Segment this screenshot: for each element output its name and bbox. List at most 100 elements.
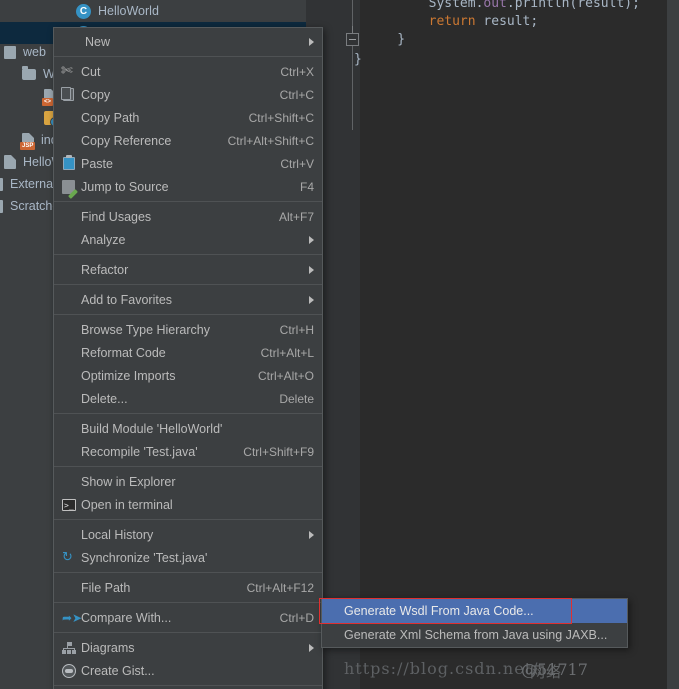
webservices-submenu[interactable]: Generate Wsdl From Java Code... Generate… <box>321 598 628 648</box>
jump-to-source-icon <box>60 179 78 195</box>
menu-item-label: Optimize Imports <box>81 368 176 383</box>
menu-item-label: Browse Type Hierarchy <box>81 322 210 337</box>
menu-separator <box>54 572 322 573</box>
menu-item-shortcut: Ctrl+Alt+O <box>257 368 314 383</box>
menu-item-synchronize[interactable]: ↻ Synchronize 'Test.java' <box>54 546 322 569</box>
editor-scrollbar[interactable] <box>667 0 679 689</box>
menu-item-label: Diagrams <box>81 640 135 655</box>
menu-item-new[interactable]: New <box>54 30 322 53</box>
menu-item-refactor[interactable]: Refactor <box>54 258 322 281</box>
menu-item-label: Add to Favorites <box>81 292 173 307</box>
menu-item-label: File Path <box>81 580 131 595</box>
class-icon: C <box>76 3 91 19</box>
menu-item-label: Local History <box>81 527 154 542</box>
menu-item-diagrams[interactable]: Diagrams <box>54 636 322 659</box>
folder-icon <box>22 65 36 80</box>
menu-item-paste[interactable]: Paste Ctrl+V <box>54 152 322 175</box>
module-icon <box>4 45 16 59</box>
no-icon-placeholder <box>60 391 78 407</box>
menu-item-open-in-terminal[interactable]: >_ Open in terminal <box>54 493 322 516</box>
menu-item-build-module[interactable]: Build Module 'HelloWorld' <box>54 417 322 440</box>
menu-separator <box>54 201 322 202</box>
chevron-right-icon <box>309 530 314 539</box>
chevron-right-icon <box>309 37 314 46</box>
tree-item-helloworld-class[interactable]: C HelloWorld <box>0 0 306 22</box>
code-token-field: out <box>483 0 507 11</box>
code-token-keyword: return <box>428 14 476 29</box>
menu-item-copy[interactable]: Copy Ctrl+C <box>54 83 322 106</box>
menu-item-jump-to-source[interactable]: Jump to Source F4 <box>54 175 322 198</box>
code-editor[interactable]: 6 7 8 9 0 System.out.println(result); re… <box>306 0 679 689</box>
menu-item-optimize-imports[interactable]: Optimize Imports Ctrl+Alt+O <box>54 364 322 387</box>
menu-item-copy-path[interactable]: Copy Path Ctrl+Shift+C <box>54 106 322 129</box>
menu-item-shortcut: Ctrl+Alt+L <box>260 345 314 360</box>
no-icon-placeholder <box>60 444 78 460</box>
ide-screenshot: 6 7 8 9 0 System.out.println(result); re… <box>0 0 679 689</box>
menu-item-analyze[interactable]: Analyze <box>54 228 322 251</box>
menu-item-create-gist[interactable]: Create Gist... <box>54 659 322 682</box>
chevron-right-icon <box>309 643 314 652</box>
no-icon-placeholder <box>60 474 78 490</box>
menu-item-reformat-code[interactable]: Reformat Code Ctrl+Alt+L <box>54 341 322 364</box>
menu-item-cut[interactable]: ✄ Cut Ctrl+X <box>54 60 322 83</box>
menu-item-shortcut: Ctrl+Shift+F9 <box>243 444 314 459</box>
menu-item-find-usages[interactable]: Find Usages Alt+F7 <box>54 205 322 228</box>
menu-item-delete[interactable]: Delete... Delete <box>54 387 322 410</box>
menu-item-recompile[interactable]: Recompile 'Test.java' Ctrl+Shift+F9 <box>54 440 322 463</box>
menu-item-compare-with[interactable]: ➦➤ Compare With... Ctrl+D <box>54 606 322 629</box>
context-menu[interactable]: New ✄ Cut Ctrl+X Copy Ctrl+C Copy Path C… <box>53 27 323 689</box>
menu-item-shortcut: Ctrl+H <box>279 322 314 337</box>
menu-item-label: Jump to Source <box>81 179 169 194</box>
menu-item-shortcut: Delete <box>279 391 314 406</box>
menu-separator <box>54 254 322 255</box>
watermark-overlay-b: 网络 <box>530 663 563 681</box>
no-icon-placeholder <box>60 232 78 248</box>
compare-icon: ➦➤ <box>62 610 83 625</box>
menu-item-shortcut: Ctrl+Shift+C <box>248 110 314 125</box>
jsp-file-icon: JSP <box>20 133 36 150</box>
menu-item-label: Analyze <box>81 232 126 247</box>
code-line: } <box>354 52 362 67</box>
menu-item-add-to-favorites[interactable]: Add to Favorites <box>54 288 322 311</box>
menu-item-shortcut: Ctrl+C <box>279 87 314 102</box>
no-icon-placeholder <box>60 110 78 126</box>
code-line: } <box>366 32 406 47</box>
code-token: result; <box>475 14 539 29</box>
menu-separator <box>54 685 322 686</box>
file-badge: JSP <box>20 142 36 150</box>
menu-item-label: Find Usages <box>81 209 152 224</box>
tree-item-label: HelloWorld <box>98 4 159 18</box>
iml-file-icon <box>4 155 16 169</box>
gist-icon <box>60 663 78 679</box>
menu-item-browse-type-hierarchy[interactable]: Browse Type Hierarchy Ctrl+H <box>54 318 322 341</box>
menu-separator <box>54 632 322 633</box>
menu-separator <box>54 284 322 285</box>
editor-fold-gutter[interactable] <box>346 0 360 689</box>
code-token: System. <box>366 0 484 11</box>
menu-item-shortcut: Ctrl+Alt+Shift+C <box>227 133 314 148</box>
menu-item-local-history[interactable]: Local History <box>54 523 322 546</box>
scratch-icon <box>0 199 3 213</box>
menu-item-label: Create Gist... <box>81 663 155 678</box>
menu-item-label: Build Module 'HelloWorld' <box>81 421 223 436</box>
watermark-url: https://blog.csdn.net/ <box>344 659 539 678</box>
cut-icon: ✄ <box>61 62 73 79</box>
menu-item-label: New <box>85 34 111 49</box>
menu-item-shortcut: Ctrl+D <box>279 610 314 625</box>
menu-item-label: Reformat Code <box>81 345 166 360</box>
menu-separator <box>54 413 322 414</box>
menu-item-show-in-explorer[interactable]: Show in Explorer <box>54 470 322 493</box>
fold-collapse-icon[interactable] <box>346 26 359 46</box>
no-icon-placeholder <box>60 421 78 437</box>
no-icon-placeholder <box>60 368 78 384</box>
menu-item-copy-reference[interactable]: Copy Reference Ctrl+Alt+Shift+C <box>54 129 322 152</box>
menu-item-label: Copy <box>81 87 111 102</box>
menu-separator <box>54 602 322 603</box>
no-icon-placeholder <box>60 345 78 361</box>
menu-item-file-path[interactable]: File Path Ctrl+Alt+F12 <box>54 576 322 599</box>
submenu-item-generate-xml-schema[interactable]: Generate Xml Schema from Java using JAXB… <box>322 623 627 647</box>
menu-item-label: Synchronize 'Test.java' <box>81 550 208 565</box>
chevron-right-icon <box>309 235 314 244</box>
menu-item-shortcut: Ctrl+X <box>280 64 314 79</box>
submenu-item-generate-wsdl[interactable]: Generate Wsdl From Java Code... <box>322 599 627 623</box>
